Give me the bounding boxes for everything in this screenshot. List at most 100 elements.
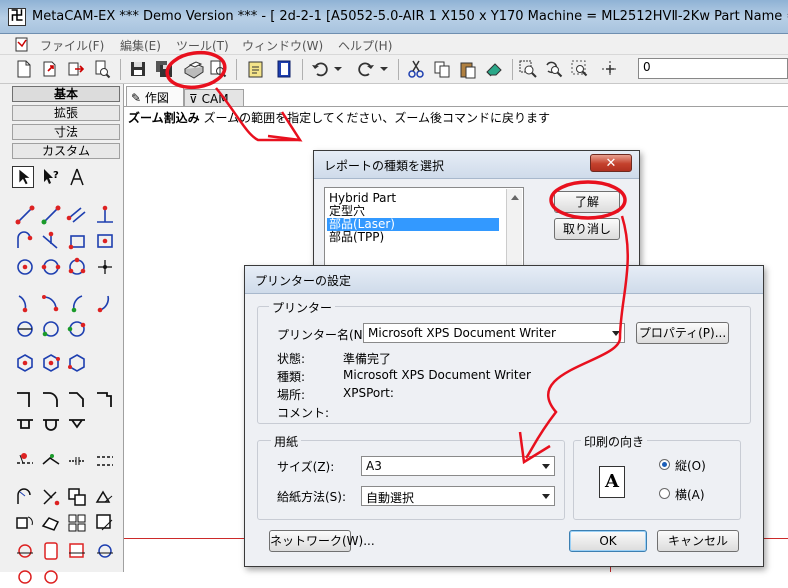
arc-line-tool-icon[interactable] xyxy=(14,230,36,252)
close-icon[interactable]: ✕ xyxy=(590,154,632,172)
arc-end-tool-icon[interactable] xyxy=(94,292,116,314)
category-basic[interactable]: 基本 xyxy=(12,86,120,102)
redo-icon[interactable] xyxy=(356,59,376,79)
undo-icon[interactable] xyxy=(310,59,330,79)
select-compass-icon[interactable] xyxy=(66,166,88,188)
polygon-inscribed-tool-icon[interactable] xyxy=(40,352,62,374)
v-notch-tool-icon[interactable] xyxy=(66,414,88,436)
rectangle-center-tool-icon[interactable] xyxy=(94,230,116,252)
print-icon[interactable] xyxy=(182,59,206,79)
mirror-tool-icon[interactable] xyxy=(94,486,116,508)
book-icon[interactable] xyxy=(274,59,294,79)
save-icon[interactable] xyxy=(128,59,148,79)
zoom-previous-icon[interactable] xyxy=(544,59,564,79)
polygon-tool-icon[interactable] xyxy=(14,352,36,374)
document-menu-icon[interactable] xyxy=(14,37,30,52)
circle-tangent-tool-icon[interactable] xyxy=(40,318,62,340)
rotate-tool-icon[interactable] xyxy=(14,512,36,534)
list-scrollbar[interactable] xyxy=(506,189,522,273)
portrait-label[interactable]: 縦(O) xyxy=(675,457,706,474)
select-arrow-icon[interactable] xyxy=(12,166,34,188)
rotate-copy-tool-icon[interactable] xyxy=(40,512,62,534)
circle-3point-tool-icon[interactable] xyxy=(66,256,88,278)
portrait-radio[interactable] xyxy=(659,459,670,470)
open-file-icon[interactable] xyxy=(40,59,60,79)
point-tool-icon[interactable] xyxy=(94,256,116,278)
report-ok-button[interactable]: 了解 xyxy=(554,191,620,213)
arc-tool-icon[interactable] xyxy=(14,292,36,314)
paper-source-select[interactable]: 自動選択 xyxy=(361,486,555,506)
move-tool-icon[interactable] xyxy=(40,486,62,508)
menu-window[interactable]: ウィンドウ(W) xyxy=(242,37,323,54)
zoom-window-icon[interactable] xyxy=(518,59,538,79)
extend-tool-icon[interactable] xyxy=(40,450,62,472)
printer-ok-button[interactable]: OK xyxy=(569,530,647,552)
snap-point-icon[interactable] xyxy=(600,59,620,79)
polygon-edge-tool-icon[interactable] xyxy=(66,352,88,374)
offset-tool-icon[interactable] xyxy=(14,486,36,508)
cut-icon[interactable] xyxy=(406,59,426,79)
report-type-list[interactable]: Hybrid Part 定型穴 部品(Laser) 部品(TPP) xyxy=(324,187,524,273)
paper-size-select[interactable]: A3 xyxy=(361,456,555,476)
tangent-line-tool-icon[interactable] xyxy=(40,230,62,252)
circle-hole-tool-icon[interactable] xyxy=(94,540,116,562)
arc-tangent-tool-icon[interactable] xyxy=(66,292,88,314)
circle-tool-icon[interactable] xyxy=(14,256,36,278)
printer-name-select[interactable]: Microsoft XPS Document Writer xyxy=(363,323,625,343)
scale-tool-icon[interactable] xyxy=(94,512,116,534)
tab-cam[interactable]: ⊽ CAM xyxy=(184,89,244,106)
circle-cut-tool-icon[interactable] xyxy=(14,540,36,562)
menu-file[interactable]: ファイル(F) xyxy=(40,37,104,54)
category-extended[interactable]: 拡張 xyxy=(12,105,120,121)
parallel-line-tool-icon[interactable] xyxy=(66,204,88,226)
notch-tool-icon[interactable] xyxy=(14,414,36,436)
zoom-fit-icon[interactable] xyxy=(570,59,590,79)
trim-tool-icon[interactable] xyxy=(14,450,36,472)
arc-3point-tool-icon[interactable] xyxy=(40,292,62,314)
landscape-radio[interactable] xyxy=(659,488,670,499)
report-cancel-button[interactable]: 取り消し xyxy=(554,218,620,240)
zoom-value-field[interactable]: 0 xyxy=(638,58,788,79)
circle-diameter-tool-icon[interactable] xyxy=(14,318,36,340)
more-tool-icon[interactable] xyxy=(14,566,36,588)
tab-drawing[interactable]: ✎ 作図 xyxy=(126,86,184,106)
round-notch-tool-icon[interactable] xyxy=(40,414,62,436)
menu-help[interactable]: ヘルプ(H) xyxy=(338,37,392,54)
array-tool-icon[interactable] xyxy=(66,512,88,534)
menu-edit[interactable]: 編集(E) xyxy=(120,37,161,54)
export-icon[interactable] xyxy=(66,59,86,79)
print-preview-icon[interactable] xyxy=(92,59,112,79)
print-setup-icon[interactable] xyxy=(208,59,228,79)
select-query-icon[interactable]: ? xyxy=(40,166,62,188)
report-item-tpp[interactable]: 部品(TPP) xyxy=(327,231,499,244)
scroll-up-icon[interactable] xyxy=(511,195,519,200)
break-tool-icon[interactable] xyxy=(66,450,88,472)
printer-properties-button[interactable]: プロパティ(P)... xyxy=(636,322,729,344)
paste-icon[interactable] xyxy=(458,59,478,79)
divide-tool-icon[interactable] xyxy=(94,450,116,472)
slot-tool-icon[interactable] xyxy=(40,540,62,562)
circle-2point-tool-icon[interactable] xyxy=(40,256,62,278)
copy-shape-tool-icon[interactable] xyxy=(66,486,88,508)
new-file-icon[interactable] xyxy=(14,59,34,79)
save-all-icon[interactable] xyxy=(154,59,174,79)
category-custom[interactable]: カスタム xyxy=(12,143,120,159)
copy-icon[interactable] xyxy=(432,59,452,79)
corner-tool-icon[interactable] xyxy=(14,388,36,410)
fillet-tool-icon[interactable] xyxy=(40,388,62,410)
category-dimension[interactable]: 寸法 xyxy=(12,124,120,140)
perpendicular-line-tool-icon[interactable] xyxy=(94,204,116,226)
eraser-icon[interactable] xyxy=(484,59,504,79)
corner-relief-tool-icon[interactable] xyxy=(94,388,116,410)
printer-cancel-button[interactable]: キャンセル xyxy=(657,530,739,552)
more-tool-2-icon[interactable] xyxy=(40,566,62,588)
chamfer-tool-icon[interactable] xyxy=(66,388,88,410)
network-button[interactable]: ネットワーク(W)... xyxy=(269,530,375,552)
line-angle-tool-icon[interactable] xyxy=(40,204,62,226)
landscape-label[interactable]: 横(A) xyxy=(675,486,705,503)
line-tool-icon[interactable] xyxy=(14,204,36,226)
undo-dropdown-icon[interactable] xyxy=(332,59,344,79)
circle-tangent-3-tool-icon[interactable] xyxy=(66,318,88,340)
edit-note-icon[interactable] xyxy=(246,59,266,79)
rectangle-tool-icon[interactable] xyxy=(66,230,88,252)
